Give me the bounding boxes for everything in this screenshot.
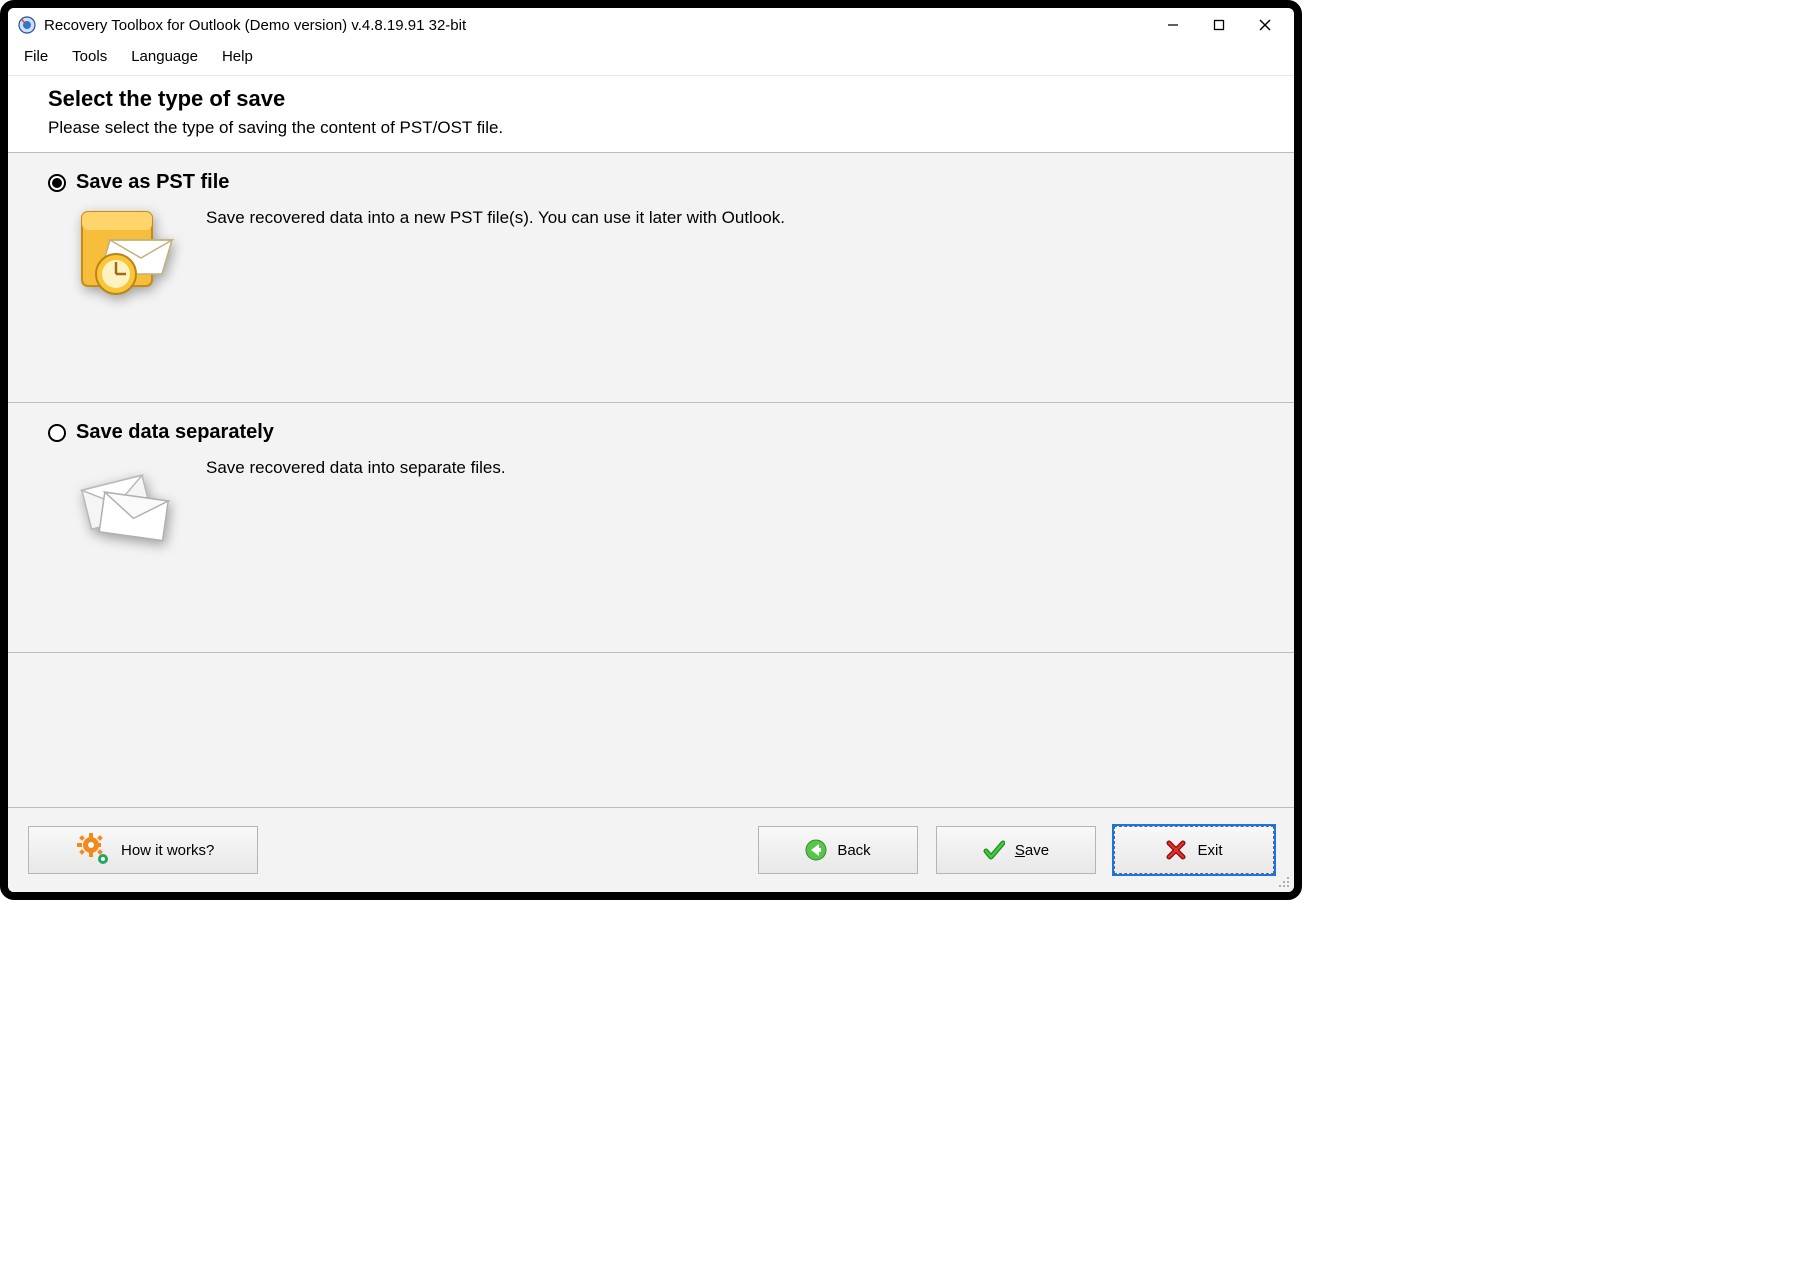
how-it-works-button[interactable]: How it works? — [28, 826, 258, 874]
menu-tools[interactable]: Tools — [62, 44, 117, 69]
exit-label: Exit — [1197, 842, 1222, 859]
menu-language[interactable]: Language — [121, 44, 208, 69]
envelopes-icon — [76, 452, 176, 552]
save-button[interactable]: Save — [936, 826, 1096, 874]
menu-file[interactable]: File — [14, 44, 58, 69]
close-button[interactable] — [1242, 10, 1288, 40]
page-subtitle: Please select the type of saving the con… — [48, 118, 1254, 138]
radio-save-separately[interactable] — [48, 424, 66, 442]
window-title: Recovery Toolbox for Outlook (Demo versi… — [44, 17, 1150, 34]
minimize-button[interactable] — [1150, 10, 1196, 40]
radio-save-as-pst[interactable] — [48, 174, 66, 192]
back-arrow-icon — [805, 839, 827, 861]
titlebar: Recovery Toolbox for Outlook (Demo versi… — [8, 8, 1294, 42]
exit-button[interactable]: Exit — [1114, 826, 1274, 874]
app-window: Recovery Toolbox for Outlook (Demo versi… — [0, 0, 1302, 900]
menu-help[interactable]: Help — [212, 44, 263, 69]
page-header: Select the type of save Please select th… — [8, 76, 1294, 153]
outlook-pst-icon — [76, 202, 176, 302]
option-title-separate: Save data separately — [76, 421, 274, 444]
footer: How it works? Back — [8, 807, 1294, 892]
gears-icon — [77, 833, 111, 867]
content-area: Save as PST file Save recovered da — [8, 153, 1294, 807]
option-save-as-pst[interactable]: Save as PST file Save recovered da — [8, 153, 1294, 403]
app-icon — [18, 16, 36, 34]
option-save-separately[interactable]: Save data separately Save — [8, 403, 1294, 653]
how-it-works-label: How it works? — [121, 842, 214, 859]
maximize-button[interactable] — [1196, 10, 1242, 40]
checkmark-icon — [983, 839, 1005, 861]
option-title-pst: Save as PST file — [76, 171, 229, 194]
back-button[interactable]: Back — [758, 826, 918, 874]
resize-grip[interactable] — [1276, 874, 1290, 888]
option-desc-separate: Save recovered data into separate files. — [206, 452, 506, 552]
page-title: Select the type of save — [48, 86, 1254, 112]
back-label: Back — [837, 842, 870, 859]
x-icon — [1165, 839, 1187, 861]
option-desc-pst: Save recovered data into a new PST file(… — [206, 202, 785, 302]
menubar: File Tools Language Help — [8, 42, 1294, 76]
save-label: Save — [1015, 842, 1049, 859]
